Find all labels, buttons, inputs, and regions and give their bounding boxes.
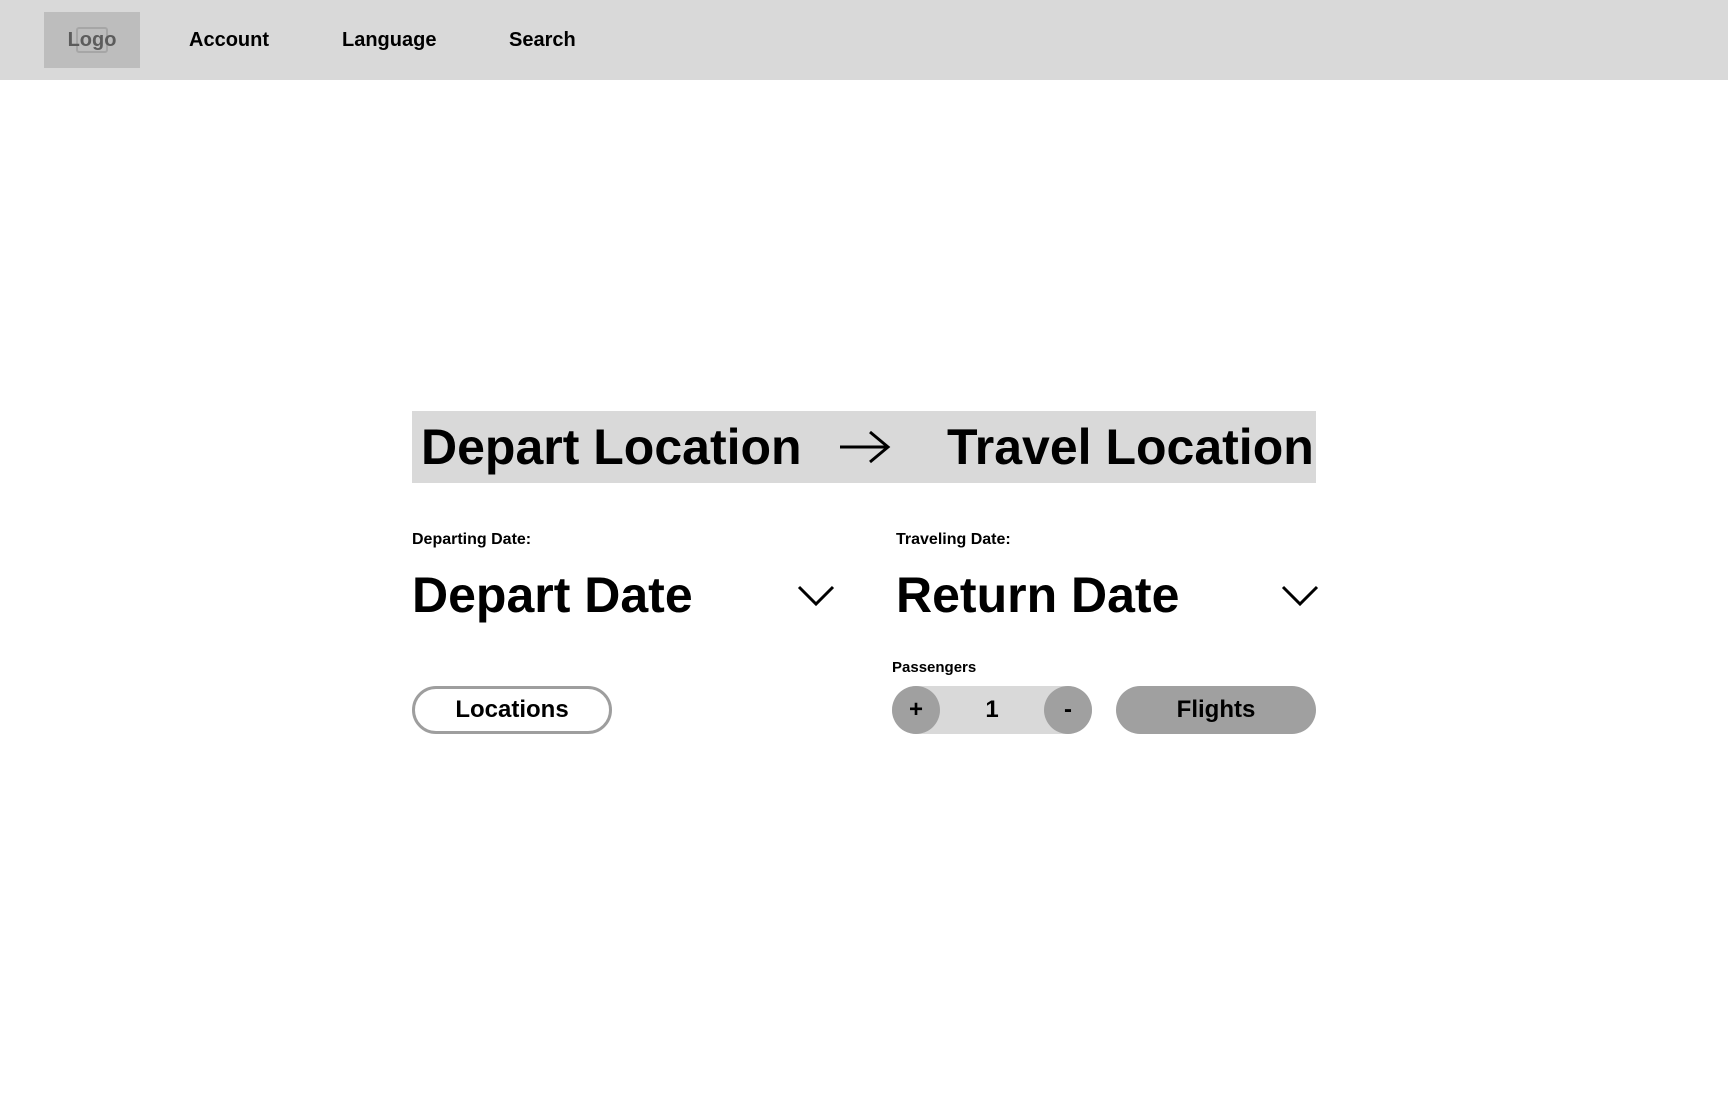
passenger-count: 1 (985, 696, 999, 723)
depart-date-select[interactable]: Depart Date (412, 566, 693, 624)
top-navbar: Logo Account Language Search (0, 0, 1728, 80)
chevron-down-icon[interactable] (1281, 584, 1319, 608)
nav-link-language[interactable]: Language (342, 28, 436, 52)
passengers-label: Passengers (892, 659, 977, 676)
departing-date-label: Departing Date: (412, 531, 532, 548)
decrement-button[interactable]: - (1044, 686, 1092, 734)
increment-button[interactable]: + (892, 686, 940, 734)
logo[interactable]: Logo (44, 12, 140, 68)
nav-link-account[interactable]: Account (189, 28, 269, 52)
logo-text: Logo (67, 28, 117, 51)
return-date-select[interactable]: Return Date (896, 566, 1179, 624)
nav-link-search[interactable]: Search (509, 28, 576, 52)
traveling-date-label: Traveling Date: (896, 531, 1011, 548)
depart-location[interactable]: Depart Location (421, 419, 802, 475)
flights-button[interactable]: Flights (1116, 686, 1316, 734)
right-arrow-icon (840, 430, 891, 464)
passengers-stepper: + 1 - (892, 686, 1092, 734)
travel-location[interactable]: Travel Location (947, 419, 1314, 475)
chevron-down-icon[interactable] (797, 584, 835, 608)
locations-button[interactable]: Locations (412, 686, 612, 734)
